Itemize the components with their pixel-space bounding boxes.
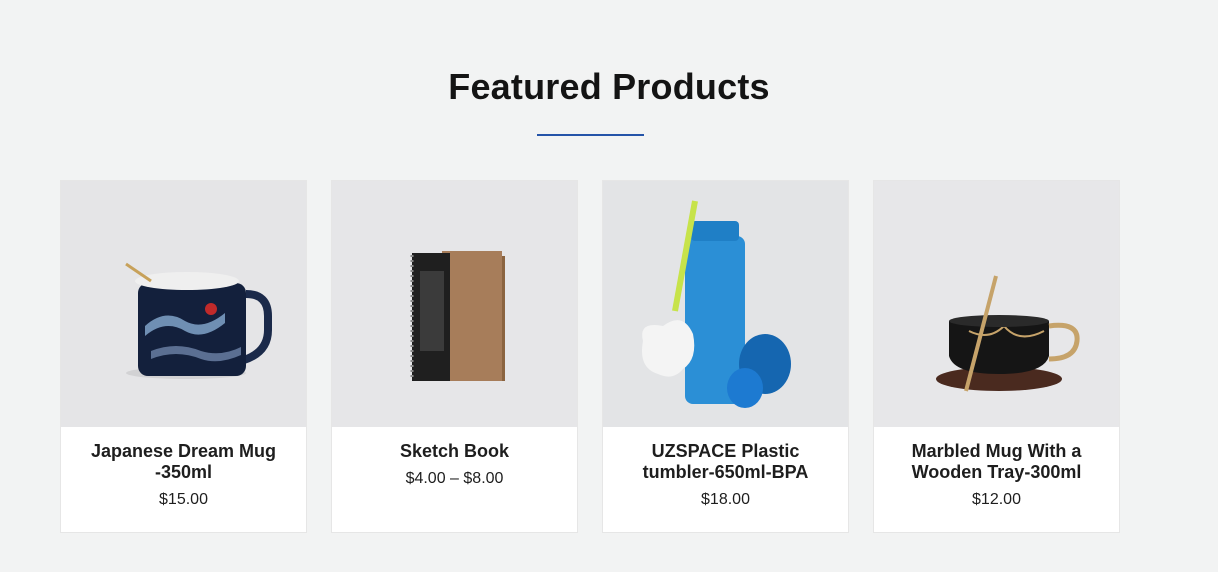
product-card-uzspace-tumbler[interactable]: UZSPACE Plastic tumbler-650ml-BPA $18.00 xyxy=(602,180,849,533)
product-price: $18.00 xyxy=(701,491,750,508)
product-card-japanese-dream-mug[interactable]: Japanese Dream Mug -350ml $15.00 xyxy=(60,180,307,533)
marbled-mug-illustration xyxy=(874,181,1119,427)
product-name[interactable]: Sketch Book xyxy=(345,441,565,462)
product-price: $15.00 xyxy=(159,491,208,508)
product-name[interactable]: UZSPACE Plastic tumbler-650ml-BPA xyxy=(616,441,836,483)
product-image-marbled-mug[interactable] xyxy=(874,181,1119,427)
tumbler-illustration xyxy=(603,181,848,427)
mug-illustration xyxy=(61,181,306,427)
product-name[interactable]: Marbled Mug With a Wooden Tray-300ml xyxy=(887,441,1107,483)
product-price: $4.00 – $8.00 xyxy=(405,470,504,487)
product-grid: Japanese Dream Mug -350ml $15.00 Sketch … xyxy=(60,180,1120,533)
title-underline xyxy=(537,134,644,136)
sketch-book-illustration xyxy=(332,181,577,427)
product-image-mug[interactable] xyxy=(61,181,306,427)
section-title: Featured Products xyxy=(448,66,770,107)
product-price: $12.00 xyxy=(972,491,1021,508)
product-card-marbled-mug[interactable]: Marbled Mug With a Wooden Tray-300ml $12… xyxy=(873,180,1120,533)
product-card-sketch-book[interactable]: Sketch Book $4.00 – $8.00 xyxy=(331,180,578,533)
product-name[interactable]: Japanese Dream Mug -350ml xyxy=(74,441,294,483)
product-image-sketch-book[interactable] xyxy=(332,181,577,427)
product-image-tumbler[interactable] xyxy=(603,181,848,427)
